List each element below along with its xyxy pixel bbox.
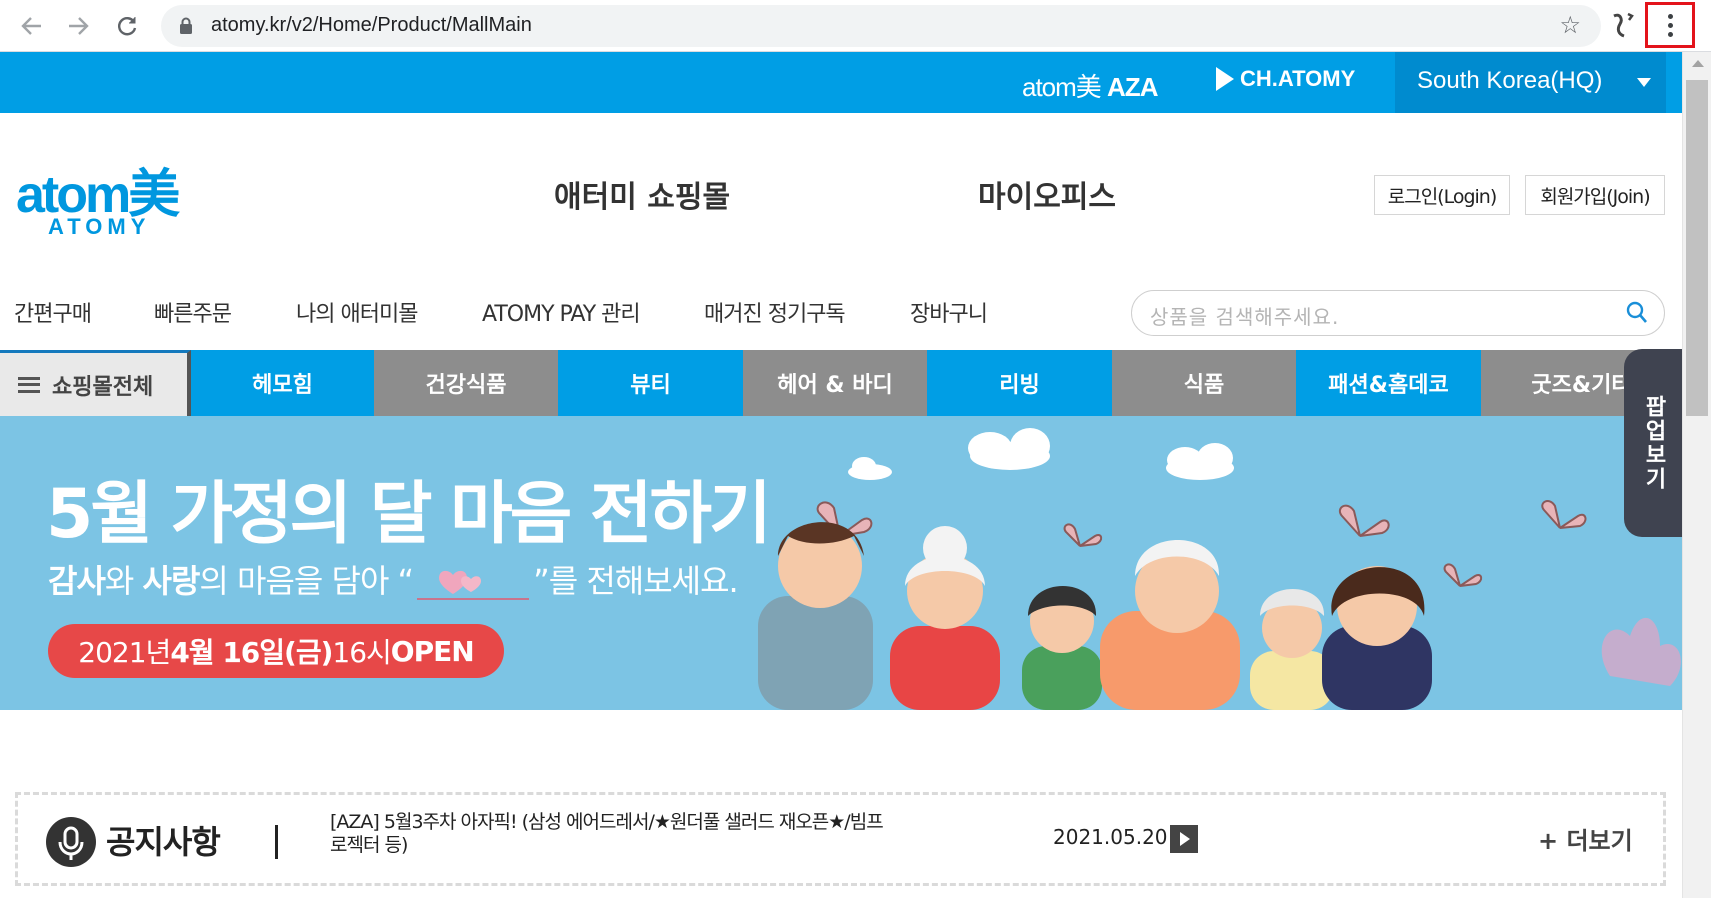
reload-button[interactable] <box>107 6 147 46</box>
subnav-quick-buy[interactable]: 간편구매 <box>14 296 92 328</box>
notice-more-link[interactable]: + 더보기 <box>1538 821 1633 856</box>
join-button[interactable]: 회원가입(Join) <box>1525 175 1665 215</box>
open-date-badge: 2021년 4월 16일(금) 16시 OPEN <box>48 624 504 678</box>
notice-title: 공지사항 <box>106 823 221 861</box>
page-viewport: atom美 AZA CH.ATOMY South Korea(HQ) atom美… <box>0 52 1682 898</box>
product-search-input[interactable]: 상품을 검색해주세요. <box>1131 290 1665 336</box>
category-food[interactable]: 식품 <box>1112 350 1296 416</box>
popup-view-tab[interactable]: 팝업보기 <box>1624 349 1682 537</box>
play-icon <box>1216 67 1234 91</box>
notice-bar: 공지사항 [AZA] 5월3주차 아자픽! (삼성 에어드레서/★원더풀 샐러드… <box>15 792 1666 886</box>
arrow-left-icon <box>21 17 41 35</box>
subnav-cart[interactable]: 장바구니 <box>910 296 988 328</box>
bookmark-star-icon[interactable]: ☆ <box>1559 11 1581 39</box>
lock-icon <box>180 17 192 34</box>
category-fashion-home[interactable]: 패션&홈데코 <box>1296 350 1481 416</box>
scrollbar-thumb[interactable] <box>1686 80 1708 416</box>
page-scrollbar[interactable] <box>1682 52 1711 898</box>
heart-icon <box>413 565 533 601</box>
shopping-mall-link[interactable]: 애터미 쇼핑몰 <box>554 172 730 216</box>
caret-down-icon <box>1637 78 1651 87</box>
url-text: atomy.kr/v2/Home/Product/MallMain <box>211 14 532 36</box>
scroll-up-icon[interactable] <box>1692 60 1704 67</box>
family-illustration <box>758 428 1681 710</box>
forward-button[interactable] <box>58 6 98 46</box>
microphone-icon <box>46 817 96 867</box>
subnav-magazine[interactable]: 매거진 정기구독 <box>704 296 846 328</box>
atomy-aza-link[interactable]: atom美 AZA <box>1022 67 1158 104</box>
notice-divider <box>275 825 278 859</box>
main-banner[interactable]: 5월 가정의 달 마음 전하기 감사와 사랑의 마음을 담아 “”를 전해보세요… <box>0 416 1682 710</box>
reload-icon <box>118 17 137 36</box>
notice-headline-link[interactable]: [AZA] 5월3주차 아자픽! (삼성 에어드레서/★원더풀 샐러드 재오픈★… <box>330 811 890 857</box>
category-living[interactable]: 리빙 <box>927 350 1112 416</box>
atomy-logo[interactable]: atom美 ATOMY <box>16 152 196 239</box>
category-health-food[interactable]: 건강식품 <box>374 350 558 416</box>
all-categories-button[interactable]: 쇼핑몰전체 <box>0 350 191 416</box>
arrow-right-icon <box>69 17 89 35</box>
browser-toolbar: atomy.kr/v2/Home/Product/MallMain ☆ <box>0 0 1711 52</box>
extension-icon[interactable] <box>1606 10 1640 44</box>
notice-next-button[interactable] <box>1170 825 1198 853</box>
banner-title: 5월 가정의 달 마음 전하기 <box>46 475 772 554</box>
category-hemohim[interactable]: 헤모힘 <box>191 350 374 416</box>
hamburger-icon <box>18 376 40 393</box>
notice-date: 2021.05.20 <box>1053 825 1168 849</box>
subnav-my-atomy-mall[interactable]: 나의 애터미몰 <box>296 296 418 328</box>
category-beauty[interactable]: 뷰티 <box>558 350 743 416</box>
ch-atomy-link[interactable]: CH.ATOMY <box>1216 66 1355 92</box>
browser-menu-button[interactable] <box>1645 2 1695 48</box>
banner-subtitle: 감사와 사랑의 마음을 담아 “”를 전해보세요. <box>48 562 739 601</box>
back-button[interactable] <box>12 6 52 46</box>
region-select[interactable]: South Korea(HQ) <box>1395 52 1666 113</box>
category-bar: 쇼핑몰전체 헤모힘 건강식품 뷰티 헤어 & 바디 리빙 식품 패션&홈데코 굿… <box>0 350 1682 416</box>
my-office-link[interactable]: 마이오피스 <box>978 172 1116 216</box>
subnav-atomy-pay[interactable]: ATOMY PAY 관리 <box>482 296 641 328</box>
login-button[interactable]: 로그인(Login) <box>1374 175 1510 215</box>
search-icon[interactable] <box>1626 301 1648 325</box>
subnav-fast-order[interactable]: 빠른주문 <box>154 296 232 328</box>
category-hair-body[interactable]: 헤어 & 바디 <box>743 350 927 416</box>
top-utility-bar: atom美 AZA CH.ATOMY South Korea(HQ) <box>0 52 1682 113</box>
kebab-menu-icon <box>1667 13 1673 19</box>
address-bar[interactable]: atomy.kr/v2/Home/Product/MallMain ☆ <box>161 5 1601 47</box>
